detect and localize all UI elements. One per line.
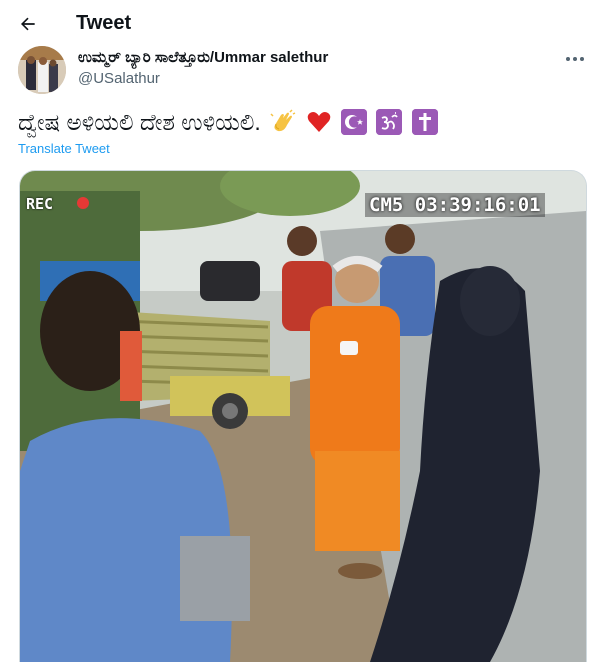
avatar[interactable] bbox=[18, 46, 66, 94]
top-bar: Tweet bbox=[0, 0, 590, 48]
red-heart-icon bbox=[306, 109, 332, 135]
arrow-left-icon bbox=[21, 17, 35, 31]
video-frame bbox=[20, 171, 586, 662]
more-dots-icon bbox=[566, 57, 570, 61]
clapping-hands-icon bbox=[270, 109, 296, 135]
tweet-text: ದ್ವೇಷ ಅಳಿಯಲಿ ದೇಶ ಉಳಿಯಲಿ. bbox=[18, 106, 438, 138]
latin-cross-icon bbox=[411, 109, 438, 135]
camera-timestamp: CM5 03:39:16:01 bbox=[365, 193, 545, 217]
more-options-button[interactable] bbox=[562, 49, 588, 69]
recording-dot-icon bbox=[77, 197, 89, 209]
display-name[interactable]: ಉಮ್ಮರ್ ಬ್ಯಾರಿ ಸಾಲೆತ್ತೂರು/Ummar salethur bbox=[78, 49, 328, 66]
user-handle[interactable]: @USalathur bbox=[78, 70, 160, 87]
tweet-text-content: ದ್ವೇಷ ಅಳಿಯಲಿ ದೇಶ ಉಳಿಯಲಿ. bbox=[18, 109, 261, 135]
star-and-crescent-icon bbox=[341, 109, 367, 135]
translate-tweet-link[interactable]: Translate Tweet bbox=[18, 141, 110, 156]
tweet-video[interactable]: REC CM5 03:39:16:01 bbox=[19, 170, 587, 662]
back-button[interactable] bbox=[12, 8, 44, 40]
rec-label: REC bbox=[26, 195, 54, 213]
om-icon bbox=[376, 109, 403, 135]
page-title: Tweet bbox=[76, 12, 132, 34]
